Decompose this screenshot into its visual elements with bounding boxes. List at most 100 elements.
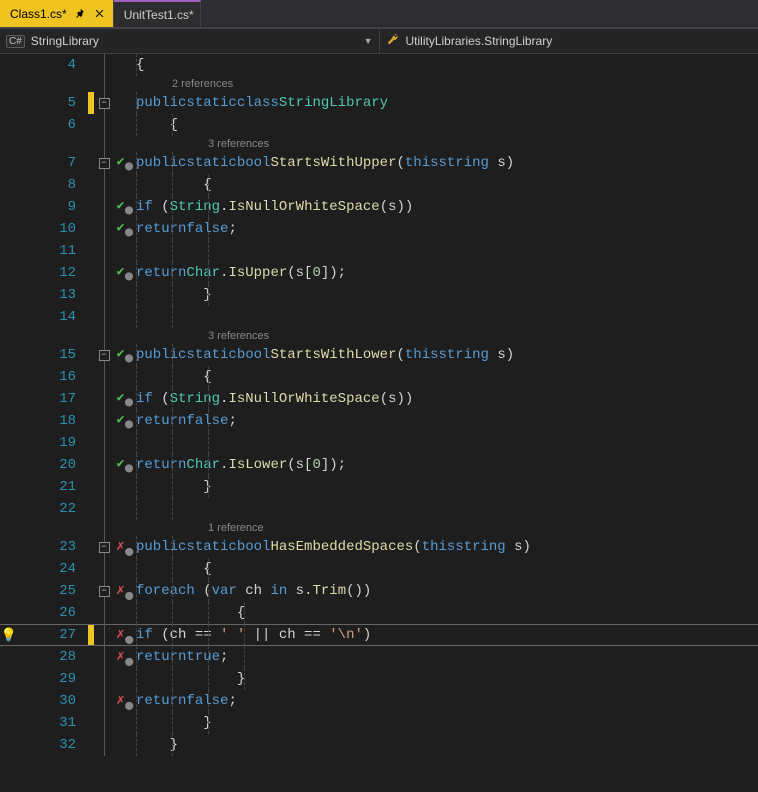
code-text[interactable]: public static bool StartsWithUpper(this …: [136, 152, 758, 174]
close-icon[interactable]: [93, 7, 107, 21]
code-text[interactable]: public static bool StartsWithLower(this …: [136, 344, 758, 366]
test-pass-icon: ✔⬤: [117, 390, 134, 408]
test-fail-icon: ✗⬤: [116, 582, 133, 601]
code-line: 25 − ✗⬤ foreach (var ch in s.Trim()): [0, 580, 758, 602]
code-line: 32 }: [0, 734, 758, 756]
test-pass-icon: ✔⬤: [117, 456, 134, 474]
test-pass-icon: ✔⬤: [117, 154, 134, 172]
codelens-row: 2 references: [0, 76, 758, 92]
code-text[interactable]: public static class StringLibrary: [136, 92, 758, 114]
code-text[interactable]: if (String.IsNullOrWhiteSpace(s)): [136, 388, 758, 410]
code-text[interactable]: [136, 432, 758, 454]
code-text[interactable]: }: [136, 284, 758, 306]
code-text[interactable]: {: [136, 174, 758, 196]
lightbulb-icon[interactable]: 💡: [1, 628, 17, 643]
tab-label: Class1.cs*: [10, 7, 67, 21]
codelens-row: 3 references: [0, 328, 758, 344]
nav-type-dropdown[interactable]: UtilityLibraries.StringLibrary: [380, 29, 758, 53]
tab-unittest1[interactable]: UnitTest1.cs*: [114, 0, 201, 27]
line-number: 18: [18, 413, 88, 429]
code-line: 4 {: [0, 54, 758, 76]
tab-class1[interactable]: Class1.cs*: [0, 0, 114, 27]
code-text[interactable]: return true;: [136, 646, 758, 668]
tab-label: UnitTest1.cs*: [124, 8, 194, 22]
code-text[interactable]: {: [136, 602, 758, 624]
code-text[interactable]: foreach (var ch in s.Trim()): [136, 580, 758, 602]
code-line: 9 ✔⬤ if (String.IsNullOrWhiteSpace(s)): [0, 196, 758, 218]
code-text[interactable]: public static bool HasEmbeddedSpaces(thi…: [136, 536, 758, 558]
code-line: 16 {: [0, 366, 758, 388]
code-text[interactable]: }: [136, 476, 758, 498]
line-number: 14: [18, 309, 88, 325]
code-line: 💡 27 ✗⬤ if (ch == ' ' || ch == '\n'): [0, 624, 758, 646]
code-line: 24 {: [0, 558, 758, 580]
fold-toggle[interactable]: −: [99, 542, 110, 553]
code-text[interactable]: {: [136, 558, 758, 580]
code-line: 29 }: [0, 668, 758, 690]
line-number: 15: [18, 347, 88, 363]
line-number: 19: [18, 435, 88, 451]
pin-icon[interactable]: [73, 7, 87, 21]
line-number: 30: [18, 693, 88, 709]
nav-type-label: UtilityLibraries.StringLibrary: [406, 34, 553, 48]
code-text[interactable]: return false;: [136, 410, 758, 432]
line-number: 7: [18, 155, 88, 171]
test-fail-icon: ✗⬤: [116, 626, 133, 645]
code-text[interactable]: {: [136, 366, 758, 388]
fold-toggle[interactable]: −: [99, 586, 110, 597]
fold-toggle[interactable]: −: [99, 98, 110, 109]
code-line: 8 {: [0, 174, 758, 196]
line-number: 29: [18, 671, 88, 687]
test-fail-icon: ✗⬤: [116, 692, 133, 711]
code-editor[interactable]: 4 { 2 references 5 − public static class…: [0, 54, 758, 792]
code-text[interactable]: return Char.IsLower(s[0]);: [136, 454, 758, 476]
test-pass-icon: ✔⬤: [117, 264, 134, 282]
codelens-link[interactable]: 1 reference: [136, 520, 758, 536]
line-number: 32: [18, 737, 88, 753]
codelens-row: 1 reference: [0, 520, 758, 536]
codelens-link[interactable]: 3 references: [136, 328, 758, 344]
code-line: 23 − ✗⬤ public static bool HasEmbeddedSp…: [0, 536, 758, 558]
code-text[interactable]: [136, 240, 758, 262]
line-number: 8: [18, 177, 88, 193]
code-text[interactable]: return false;: [136, 690, 758, 712]
code-text[interactable]: }: [136, 668, 758, 690]
navigation-bar: C# StringLibrary ▼ UtilityLibraries.Stri…: [0, 28, 758, 54]
test-fail-icon: ✗⬤: [116, 538, 133, 557]
line-number: 26: [18, 605, 88, 621]
codelens-link[interactable]: 3 references: [136, 136, 758, 152]
code-text[interactable]: }: [136, 734, 758, 756]
code-line: 14: [0, 306, 758, 328]
test-pass-icon: ✔⬤: [117, 346, 134, 364]
line-number: 5: [18, 95, 88, 111]
code-text[interactable]: {: [136, 114, 758, 136]
line-number: 21: [18, 479, 88, 495]
code-text[interactable]: if (String.IsNullOrWhiteSpace(s)): [136, 196, 758, 218]
codelens-link[interactable]: 2 references: [136, 76, 758, 92]
code-text[interactable]: if (ch == ' ' || ch == '\n'): [136, 624, 758, 646]
code-text[interactable]: {: [136, 54, 758, 76]
code-line: 12 ✔⬤ return Char.IsUpper(s[0]);: [0, 262, 758, 284]
code-text[interactable]: return false;: [136, 218, 758, 240]
code-text[interactable]: [136, 498, 758, 520]
codelens-row: 3 references: [0, 136, 758, 152]
code-text[interactable]: [136, 306, 758, 328]
fold-toggle[interactable]: −: [99, 350, 110, 361]
code-text[interactable]: return Char.IsUpper(s[0]);: [136, 262, 758, 284]
code-line: 19: [0, 432, 758, 454]
code-line: 28 ✗⬤ return true;: [0, 646, 758, 668]
code-line: 17 ✔⬤ if (String.IsNullOrWhiteSpace(s)): [0, 388, 758, 410]
line-number: 24: [18, 561, 88, 577]
code-line: 20 ✔⬤ return Char.IsLower(s[0]);: [0, 454, 758, 476]
nav-scope-dropdown[interactable]: C# StringLibrary ▼: [0, 29, 380, 53]
line-number: 13: [18, 287, 88, 303]
line-number: 27: [18, 627, 88, 643]
line-number: 28: [18, 649, 88, 665]
fold-toggle[interactable]: −: [99, 158, 110, 169]
code-line: 18 ✔⬤ return false;: [0, 410, 758, 432]
tab-bar: Class1.cs* UnitTest1.cs*: [0, 0, 758, 28]
test-pass-icon: ✔⬤: [117, 412, 134, 430]
line-number: 12: [18, 265, 88, 281]
code-text[interactable]: }: [136, 712, 758, 734]
code-line: 6 {: [0, 114, 758, 136]
